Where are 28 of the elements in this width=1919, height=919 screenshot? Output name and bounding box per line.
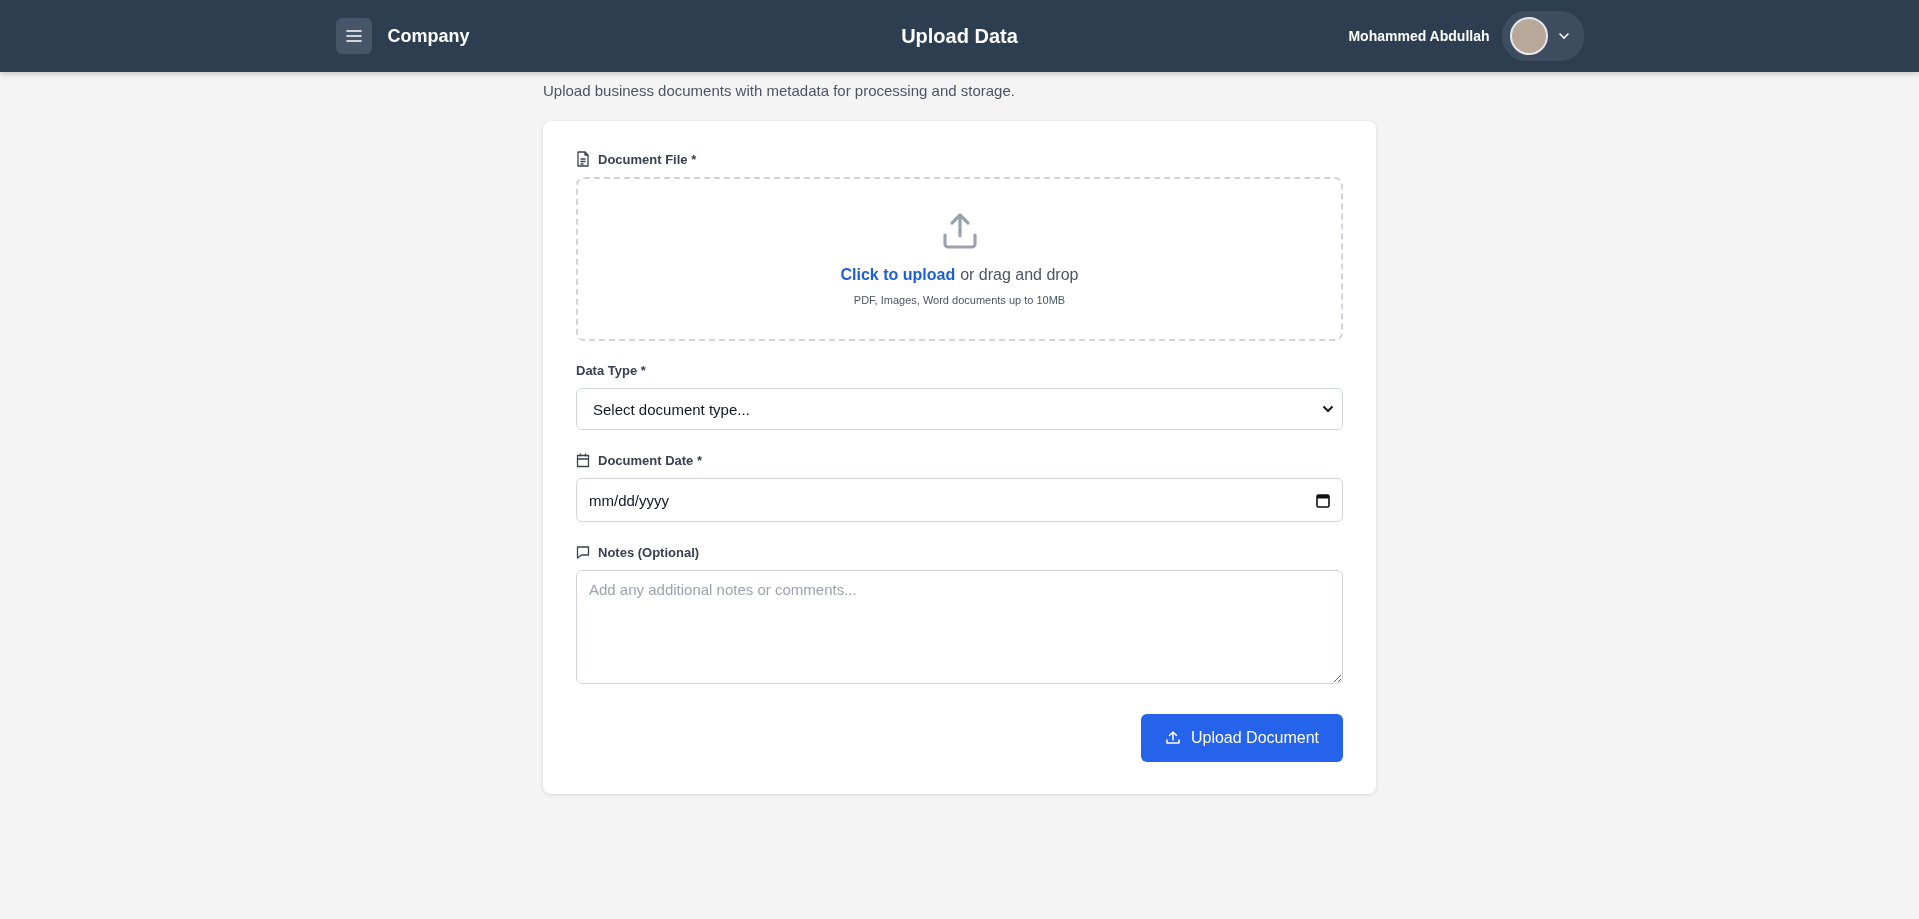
comment-icon — [576, 544, 590, 560]
file-drop-zone[interactable]: Click to upload or drag and drop PDF, Images, Word documents up to 10MB — [576, 177, 1343, 341]
calendar-icon — [1316, 492, 1330, 508]
upload-icon — [1164, 730, 1181, 746]
chevron-down-icon — [1322, 405, 1334, 413]
upload-document-button[interactable]: Upload Document — [1140, 714, 1343, 762]
document-icon — [576, 151, 590, 167]
page-description: Upload business documents with metadata for processing and storage. — [543, 82, 1016, 99]
user-menu-button[interactable] — [1501, 11, 1584, 61]
field-label: Document File * — [598, 151, 697, 167]
user-name: Mohammed Abdullah — [1348, 28, 1490, 44]
calendar-icon — [576, 452, 590, 468]
chevron-down-icon — [1557, 32, 1570, 40]
date-input[interactable]: mm/dd/yyyy — [576, 478, 1343, 522]
page-title: Upload Data — [901, 24, 1018, 48]
avatar — [1509, 17, 1548, 55]
menu-icon — [345, 29, 362, 43]
notes-textarea[interactable]: Add any additional notes or comments... — [576, 570, 1343, 684]
field-label: Notes (Optional) — [598, 544, 700, 560]
field-label: Document Date * — [598, 452, 703, 468]
drag-drop-text: or drag and drop — [960, 266, 1079, 284]
data-type-select[interactable]: Select document type... — [576, 388, 1343, 430]
click-to-upload-link[interactable]: Click to upload — [840, 266, 956, 284]
brand-name: Company — [387, 25, 470, 47]
upload-icon — [940, 212, 979, 250]
field-label: Data Type * — [576, 363, 646, 378]
file-types-hint: PDF, Images, Word documents up to 10MB — [853, 294, 1066, 306]
menu-button[interactable] — [335, 18, 372, 54]
